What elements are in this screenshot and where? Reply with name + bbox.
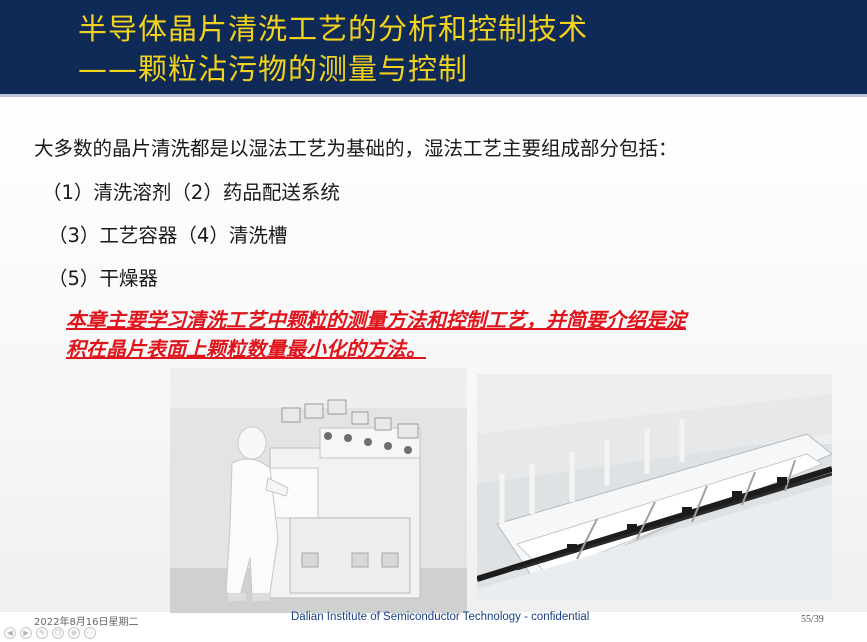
menu-icon[interactable]: ⋯ — [84, 627, 96, 639]
list-item-line1: （1）清洗溶剂（2）药品配送系统 — [42, 181, 340, 204]
highlight-text-line1: 本章主要学习清洗工艺中颗粒的测量方法和控制工艺，并简要介绍是淀 — [66, 308, 686, 332]
edit-icon[interactable]: ✎ — [36, 627, 48, 639]
copy-icon[interactable]: ❐ — [52, 627, 64, 639]
wet-bench-photo — [170, 368, 467, 613]
highlight-text-line2: 积在晶片表面上颗粒数量最小化的方法。 — [66, 337, 426, 361]
slide-navigation-bar: ◀ ▶ ✎ ❐ ⊕ ⋯ — [4, 627, 96, 641]
cleaning-tanks-illustration — [477, 374, 832, 599]
footer-organization: Dalian Institute of Semiconductor Techno… — [291, 611, 590, 623]
slide-title-line1: 半导体晶片清洗工艺的分析和控制技术 — [78, 12, 589, 46]
next-arrow-icon[interactable]: ▶ — [20, 627, 32, 639]
intro-text: 大多数的晶片清洗都是以湿法工艺为基础的，湿法工艺主要组成部分包括： — [34, 137, 678, 160]
prev-arrow-icon[interactable]: ◀ — [4, 627, 16, 639]
cleaning-tanks-photo — [477, 374, 832, 599]
wet-bench-illustration — [170, 368, 467, 613]
zoom-icon[interactable]: ⊕ — [68, 627, 80, 639]
slide-header: 半导体晶片清洗工艺的分析和控制技术 ——颗粒沾污物的测量与控制 — [0, 0, 867, 94]
page-number: 55/39 — [801, 614, 824, 625]
list-item-line2: （3）工艺容器（4）清洗槽 — [48, 224, 288, 247]
slide-title-line2: ——颗粒沾污物的测量与控制 — [78, 52, 469, 86]
list-item-line3: （5）干燥器 — [48, 267, 158, 290]
footer-date: 2022年8月16日星期二 — [34, 617, 139, 628]
